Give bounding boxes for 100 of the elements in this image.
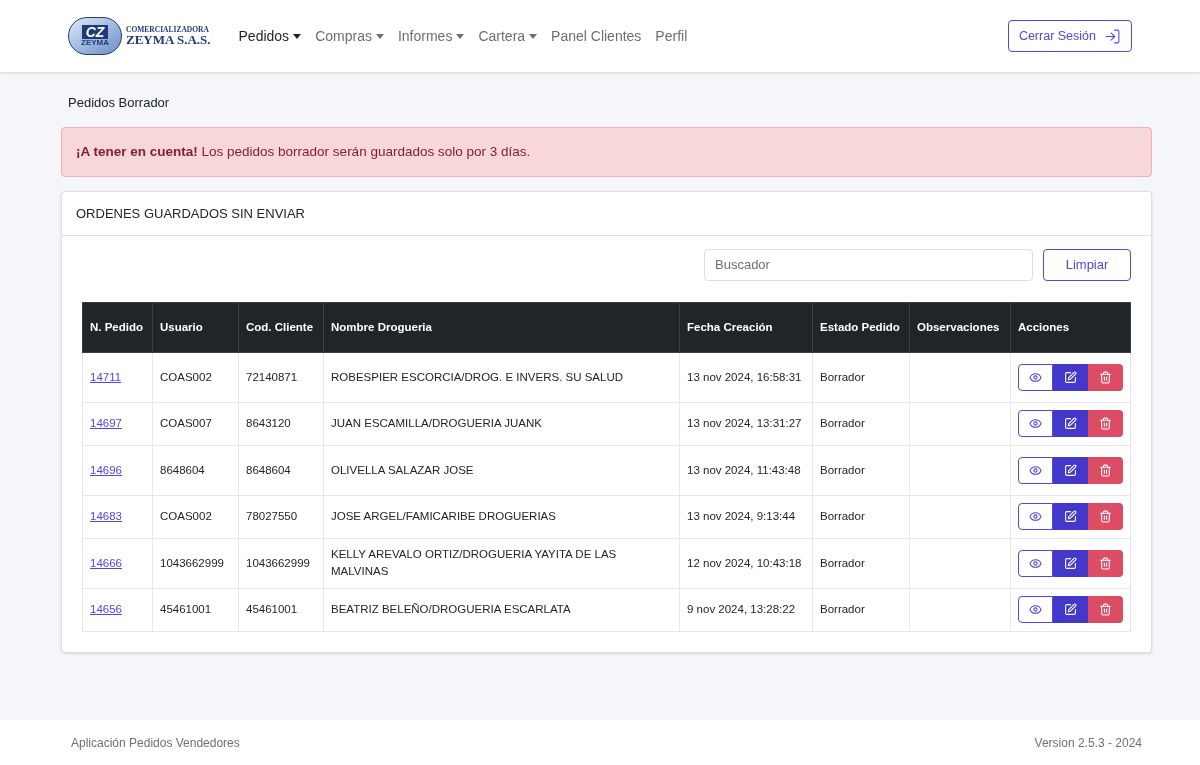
- order-link[interactable]: 14666: [90, 556, 122, 569]
- table-cell: 8648604: [152, 445, 239, 496]
- table-cell: KELLY AREVALO ORTIZ/DROGUERIA YAYITA DE LAS MALVINAS: [323, 538, 680, 589]
- table-cell: Borrador: [812, 538, 910, 589]
- edit-button[interactable]: [1052, 410, 1089, 438]
- view-button[interactable]: [1018, 410, 1053, 438]
- edit-button[interactable]: [1052, 503, 1089, 531]
- eye-icon: [1028, 417, 1042, 431]
- trash-icon: [1099, 510, 1113, 524]
- table-cell: 1043662999: [152, 538, 239, 589]
- edit-icon: [1064, 417, 1077, 431]
- edit-icon: [1064, 370, 1077, 384]
- nav-link[interactable]: Cartera: [478, 25, 538, 47]
- column-header: N. Pedido: [82, 302, 153, 353]
- caret-icon: [375, 33, 384, 39]
- table-cell: Borrador: [812, 352, 910, 403]
- table-cell: Borrador: [812, 445, 910, 496]
- eye-icon: [1028, 463, 1042, 477]
- column-header: Nombre Drogueria: [323, 302, 680, 353]
- table-cell: Borrador: [812, 588, 910, 632]
- eye-icon: [1028, 370, 1042, 384]
- edit-button[interactable]: [1052, 363, 1089, 391]
- delete-button[interactable]: [1088, 596, 1123, 624]
- nav-link[interactable]: Perfil: [655, 25, 688, 47]
- edit-icon: [1064, 556, 1077, 570]
- footer-text: Aplicación Pedidos Vendedores: [71, 734, 240, 752]
- table-cell: 8643120: [238, 402, 324, 446]
- table-cell: Borrador: [812, 402, 910, 446]
- logo-mark: CZ: [81, 25, 109, 39]
- view-button[interactable]: [1018, 503, 1053, 531]
- nav-link[interactable]: Pedidos: [238, 25, 302, 47]
- view-button[interactable]: [1018, 456, 1053, 484]
- nav-link[interactable]: Informes: [397, 25, 465, 47]
- page-title: Pedidos Borrador: [68, 94, 171, 112]
- table-cell: 13 nov 2024, 11:43:48: [679, 445, 813, 496]
- column-header: Estado Pedido: [812, 302, 910, 353]
- nav-link[interactable]: Panel Clientes: [551, 25, 642, 47]
- logout-icon: [1104, 27, 1121, 45]
- order-link[interactable]: 14696: [90, 463, 122, 476]
- table-cell: COAS002: [152, 352, 239, 403]
- table-cell: JUAN ESCAMILLA/DROGUERIA JUANK: [323, 402, 680, 446]
- delete-button[interactable]: [1088, 503, 1123, 531]
- order-link[interactable]: 14697: [90, 417, 122, 430]
- table-cell: BEATRIZ BELEÑO/DROGUERIA ESCARLATA: [323, 588, 680, 632]
- eye-icon: [1028, 510, 1042, 524]
- trash-icon: [1099, 417, 1113, 431]
- table-cell: 12 nov 2024, 10:43:18: [679, 538, 813, 589]
- column-header: Observaciones: [909, 302, 1011, 353]
- trash-icon: [1099, 556, 1113, 570]
- caret-icon: [529, 33, 538, 39]
- column-header: Fecha Creación: [679, 302, 813, 353]
- edit-button[interactable]: [1052, 456, 1089, 484]
- table-cell: COAS007: [152, 402, 239, 446]
- table-cell: 78027550: [238, 495, 324, 539]
- table-cell: 9 nov 2024, 13:28:22: [679, 588, 813, 632]
- view-button[interactable]: [1018, 363, 1053, 391]
- table-cell: 13 nov 2024, 9:13:44: [679, 495, 813, 539]
- search-field[interactable]: Buscador: [704, 248, 1033, 281]
- card-title: ORDENES GUARDADOS SIN ENVIAR: [76, 204, 305, 223]
- table-cell: 45461001: [238, 588, 324, 632]
- delete-button[interactable]: [1088, 410, 1123, 438]
- logo-text: ZEYMA: [81, 39, 109, 47]
- caret-icon: [456, 33, 465, 39]
- delete-button[interactable]: [1088, 456, 1123, 484]
- column-header: Cod. Cliente: [238, 302, 324, 353]
- eye-icon: [1028, 603, 1042, 617]
- clear-button[interactable]: Limpiar: [1043, 248, 1131, 281]
- table-cell: Borrador: [812, 495, 910, 539]
- table-cell: OLIVELLA SALAZAR JOSE: [323, 445, 680, 496]
- edit-button[interactable]: [1052, 596, 1089, 624]
- caret-icon: [293, 33, 302, 39]
- table-cell: ROBESPIER ESCORCIA/DROG. E INVERS. SU SALUD: [323, 352, 680, 403]
- edit-button[interactable]: [1052, 549, 1089, 577]
- edit-icon: [1064, 463, 1077, 477]
- trash-icon: [1099, 603, 1113, 617]
- view-button[interactable]: [1018, 549, 1053, 577]
- delete-button[interactable]: [1088, 549, 1123, 577]
- order-link[interactable]: 14711: [90, 370, 122, 383]
- table-cell: 13 nov 2024, 13:31:27: [679, 402, 813, 446]
- order-link[interactable]: 14656: [90, 603, 122, 616]
- table-cell: 1043662999: [238, 538, 324, 589]
- column-header: Acciones: [1010, 302, 1131, 353]
- logout-button[interactable]: Cerrar Sesión: [1007, 20, 1132, 52]
- table-cell: JOSE ARGEL/FAMICARIBE DROGUERIAS: [323, 495, 680, 539]
- table-cell: 72140871: [238, 352, 324, 403]
- trash-icon: [1099, 370, 1113, 384]
- table-cell: 13 nov 2024, 16:58:31: [679, 352, 813, 403]
- edit-icon: [1064, 603, 1077, 617]
- table-cell: 45461001: [152, 588, 239, 632]
- column-header: Usuario: [152, 302, 239, 353]
- delete-button[interactable]: [1088, 363, 1123, 391]
- view-button[interactable]: [1018, 596, 1053, 624]
- logo-text: ZEYMA S.A.S.: [126, 33, 211, 47]
- edit-icon: [1064, 510, 1077, 524]
- order-link[interactable]: 14683: [90, 510, 122, 523]
- nav-link[interactable]: Compras: [315, 25, 384, 47]
- table-cell: COAS002: [152, 495, 239, 539]
- eye-icon: [1028, 556, 1042, 570]
- table-cell: 8648604: [238, 445, 324, 496]
- alert-message: ¡A tener en cuenta! Los pedidos borrador serán guardados solo por 3 días.: [61, 126, 1152, 177]
